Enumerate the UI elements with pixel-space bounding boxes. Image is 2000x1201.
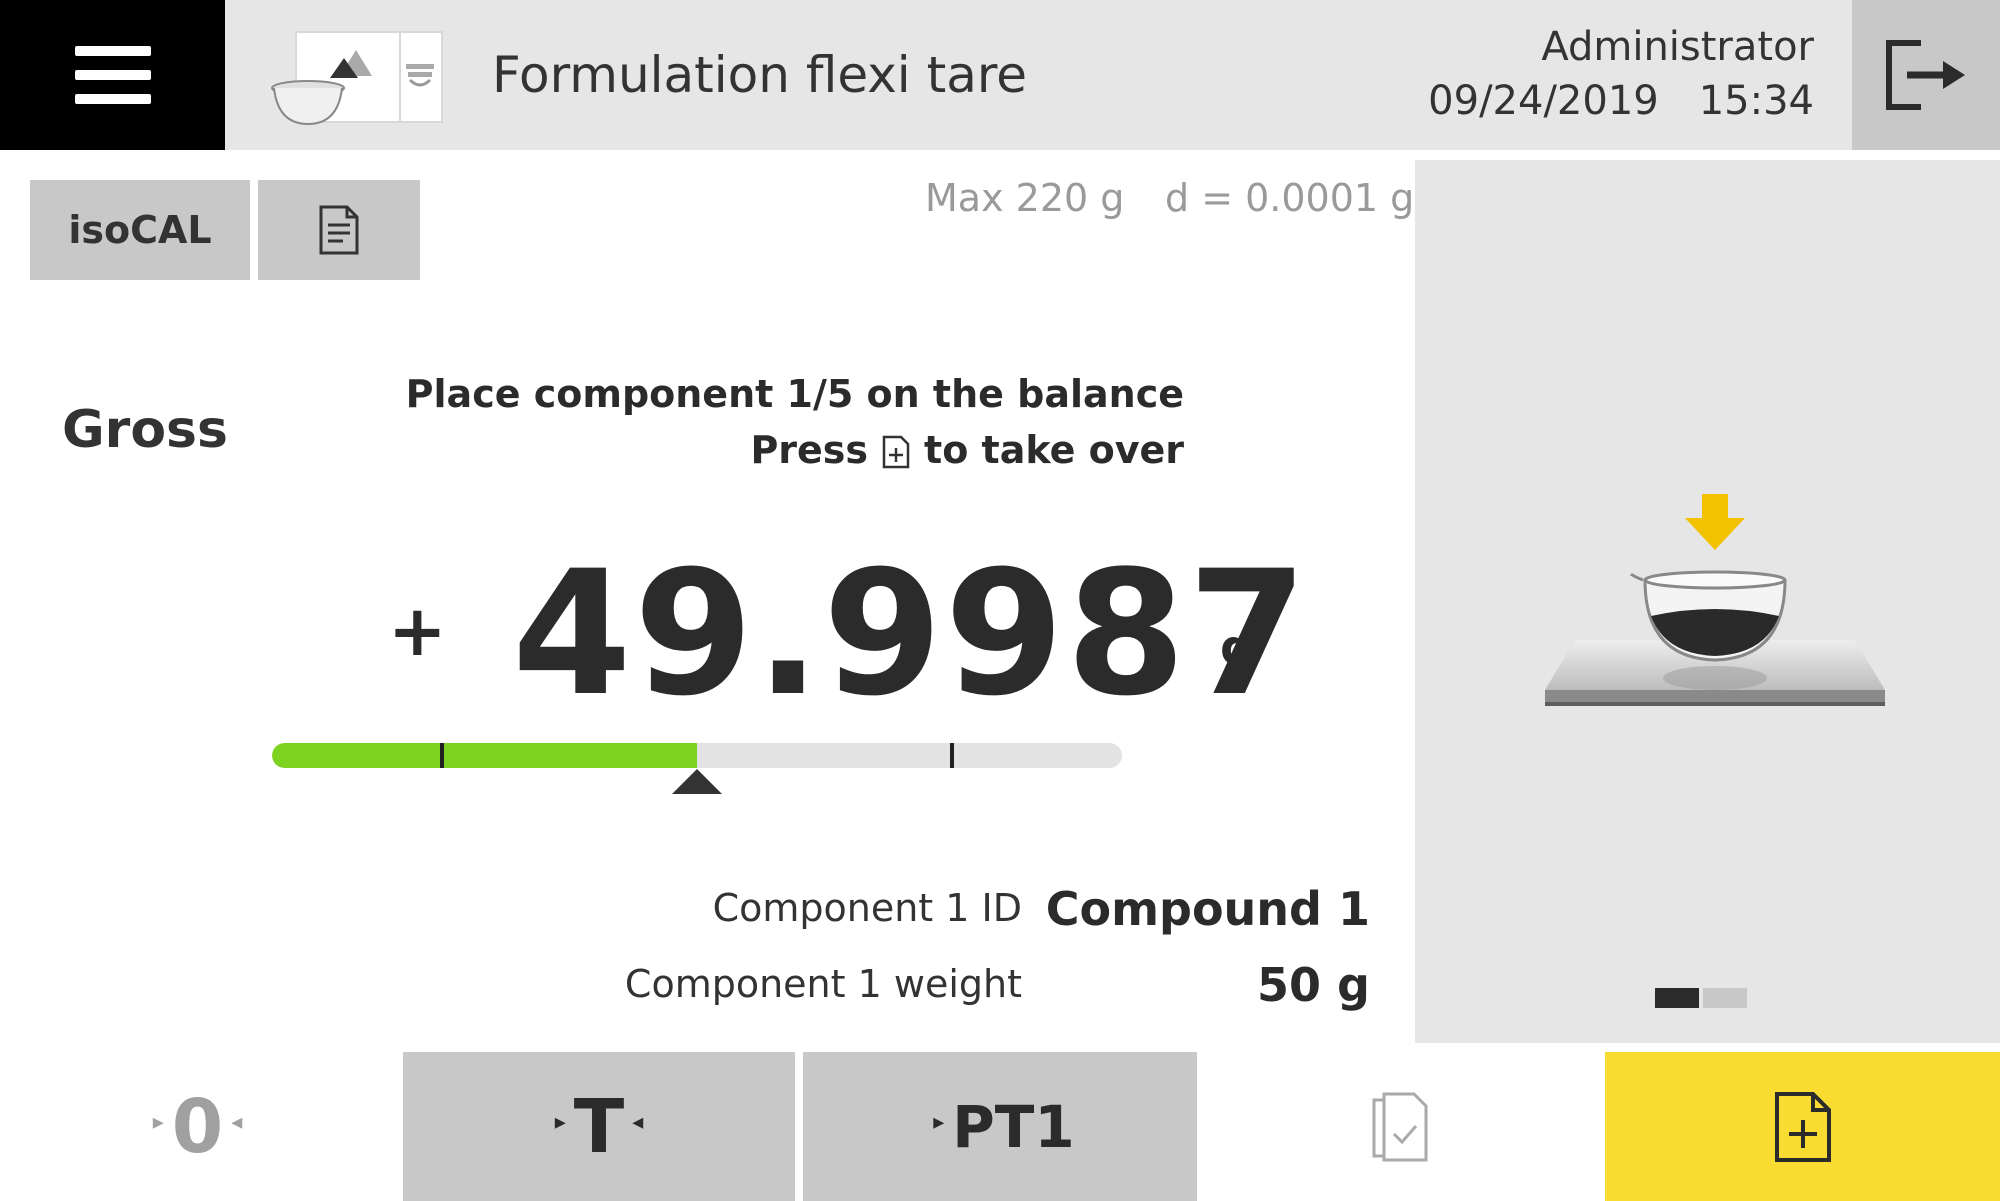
report-button[interactable] bbox=[258, 180, 420, 280]
document-add-icon bbox=[1774, 1091, 1831, 1162]
instruction-illustration-panel[interactable] bbox=[1415, 160, 2000, 1043]
weighing-progress-bar bbox=[272, 743, 1122, 794]
page-indicator bbox=[1655, 988, 1747, 1008]
app-title: Formulation flexi tare bbox=[492, 46, 1028, 104]
arrow-right-icon: ▸ bbox=[933, 1110, 945, 1135]
weight-unit: g bbox=[1220, 620, 1255, 676]
tare-label: T bbox=[573, 1083, 625, 1170]
weight-sign: + bbox=[388, 590, 447, 672]
isocal-button[interactable]: isoCAL bbox=[30, 180, 250, 280]
hamburger-icon-bar bbox=[74, 94, 151, 104]
page-dot-1 bbox=[1655, 988, 1699, 1008]
arrow-right-icon: ▸ bbox=[554, 1110, 566, 1135]
pretare-label: PT1 bbox=[952, 1092, 1075, 1161]
take-over-button[interactable] bbox=[1605, 1052, 2000, 1201]
progress-fill bbox=[272, 743, 697, 768]
logout-icon bbox=[1886, 40, 1965, 110]
component-id-label: Component 1 ID bbox=[712, 886, 1022, 930]
weight-value: 49.9987 bbox=[512, 533, 1310, 734]
instruction-suffix-text: to take over bbox=[924, 428, 1184, 472]
formulation-app-icon bbox=[271, 31, 443, 126]
pretare-button[interactable]: ▸ PT1 bbox=[803, 1052, 1197, 1201]
user-name: Administrator bbox=[1541, 24, 1814, 70]
arrow-right-icon: ▸ bbox=[152, 1110, 164, 1135]
hamburger-icon-bar bbox=[74, 46, 151, 56]
capacity-label: Max 220 g bbox=[925, 176, 1125, 220]
component-weight-value: 50 g bbox=[1257, 958, 1370, 1012]
date-text: 09/24/2019 bbox=[1428, 78, 1659, 124]
zero-label: 0 bbox=[171, 1083, 224, 1170]
time-text: 15:34 bbox=[1698, 78, 1814, 124]
component-weight-label: Component 1 weight bbox=[624, 962, 1022, 1006]
component-id-value: Compound 1 bbox=[1045, 882, 1370, 936]
document-add-icon bbox=[882, 434, 910, 478]
header-bar: Formulation flexi tare Administrator 09/… bbox=[0, 0, 2000, 150]
weighing-mode-label: Gross bbox=[62, 400, 228, 460]
tolerance-high-tick bbox=[950, 743, 954, 768]
progress-track bbox=[272, 743, 1122, 768]
menu-button[interactable] bbox=[0, 0, 225, 150]
instruction-press-text: Press bbox=[750, 428, 869, 472]
hamburger-icon-bar bbox=[74, 70, 151, 80]
arrow-left-icon: ◂ bbox=[632, 1110, 644, 1135]
arrow-left-icon: ◂ bbox=[231, 1110, 243, 1135]
document-icon bbox=[319, 205, 359, 255]
instruction-line-1: Place component 1/5 on the balance bbox=[405, 372, 1184, 416]
tare-button[interactable]: ▸ T ◂ bbox=[403, 1052, 795, 1201]
zero-button[interactable]: ▸ 0 ◂ bbox=[0, 1052, 395, 1201]
results-button[interactable] bbox=[1205, 1052, 1600, 1201]
instruction-line-2: Press to take over bbox=[750, 428, 1184, 472]
target-pointer-icon bbox=[672, 769, 722, 794]
results-list-icon bbox=[1372, 1092, 1427, 1161]
readability-label: d = 0.0001 g bbox=[1165, 176, 1415, 220]
tolerance-low-tick bbox=[440, 743, 444, 768]
logout-button[interactable] bbox=[1852, 0, 2000, 150]
page-dot-2 bbox=[1703, 988, 1747, 1008]
beaker-on-pan-icon bbox=[1545, 494, 1885, 706]
date-time: 09/24/2019 15:34 bbox=[1428, 78, 1814, 124]
